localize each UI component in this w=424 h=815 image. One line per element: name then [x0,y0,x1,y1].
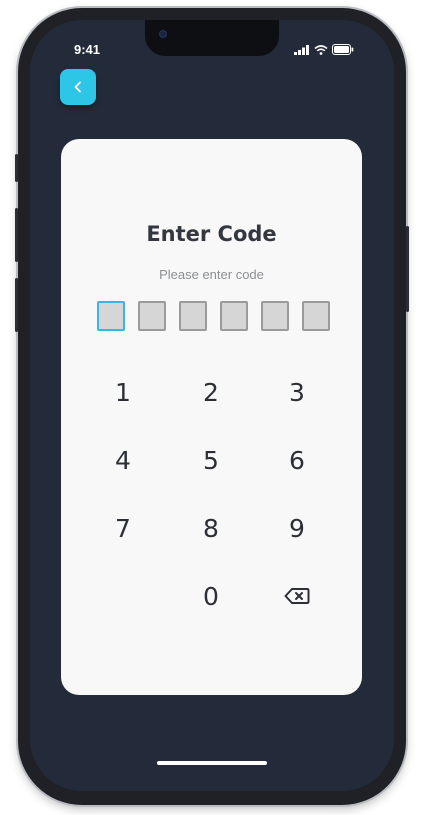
key-4[interactable]: 4 [93,438,153,482]
code-digit-3[interactable] [179,301,207,331]
volume-down-button [15,278,18,332]
code-digit-2[interactable] [138,301,166,331]
phone-screen: 9:41 Enter Code Please enter code 1 2 3 … [30,20,394,791]
chevron-left-icon [74,81,81,93]
key-7[interactable]: 7 [93,506,153,550]
key-1[interactable]: 1 [93,370,153,414]
key-0[interactable]: 0 [181,574,241,618]
back-button[interactable] [60,69,96,105]
page-title: Enter Code [146,222,277,246]
code-digit-6[interactable] [302,301,330,331]
signal-icon [294,44,309,55]
front-camera [159,30,167,38]
key-9[interactable]: 9 [267,506,327,550]
backspace-icon [284,588,310,604]
key-3[interactable]: 3 [267,370,327,414]
key-8[interactable]: 8 [181,506,241,550]
code-digit-4[interactable] [220,301,248,331]
code-digit-1[interactable] [97,301,125,331]
key-5[interactable]: 5 [181,438,241,482]
key-2[interactable]: 2 [181,370,241,414]
page-subtitle: Please enter code [159,267,264,282]
mute-switch [15,154,18,182]
home-indicator[interactable] [157,761,267,765]
power-button [406,226,409,312]
delete-key[interactable] [267,574,327,618]
code-digit-5[interactable] [261,301,289,331]
volume-up-button [15,208,18,262]
notch [145,20,279,56]
code-entry-card: Enter Code Please enter code 1 2 3 4 5 6… [61,139,362,695]
wifi-icon [314,44,328,55]
status-time: 9:41 [74,42,101,57]
code-input-group [97,301,330,331]
status-icons [294,44,354,55]
key-6[interactable]: 6 [267,438,327,482]
battery-icon [332,44,354,55]
